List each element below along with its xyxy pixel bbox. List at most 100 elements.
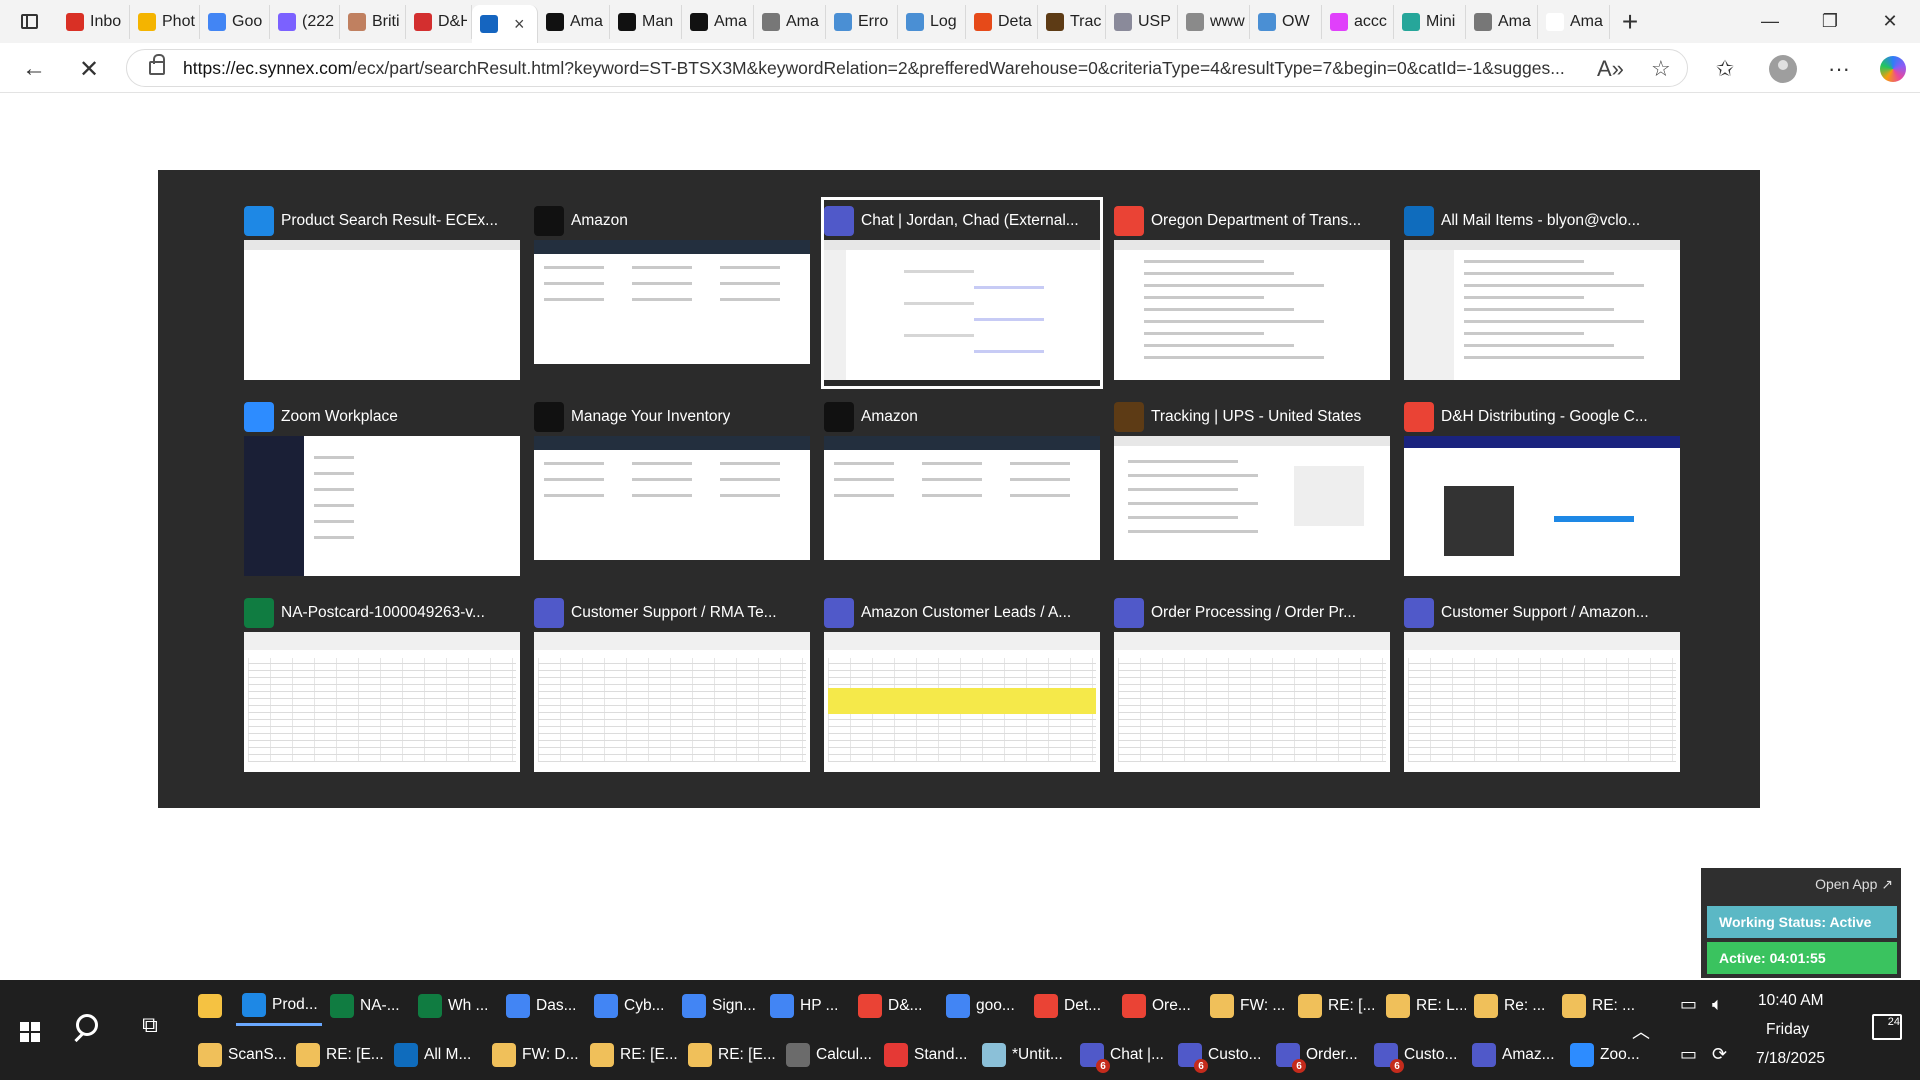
favorite-star-icon[interactable]: ☆	[1651, 56, 1671, 82]
sync-icon[interactable]: ⟳	[1712, 1044, 1727, 1065]
taskbar-app-button[interactable]: Cyb...	[588, 986, 674, 1026]
taskbar-app-button[interactable]: HP ...	[764, 986, 850, 1026]
lock-icon[interactable]	[149, 54, 165, 75]
taskbar-app-button[interactable]: Das...	[500, 986, 586, 1026]
close-window-button[interactable]: ✕	[1860, 0, 1920, 43]
taskbar-app-button[interactable]: RE: [E...	[290, 1035, 386, 1075]
browser-tab[interactable]: Ama	[682, 4, 754, 39]
clock-day[interactable]: Friday	[1766, 1021, 1809, 1039]
browser-tab[interactable]: Log	[898, 4, 966, 39]
copilot-button[interactable]	[1876, 52, 1910, 86]
notification-center-button[interactable]: 24	[1872, 1014, 1902, 1040]
battery-icon[interactable]: ▭	[1680, 994, 1697, 1015]
switcher-window-card[interactable]: Product Search Result- ECEx...	[244, 200, 520, 386]
switcher-window-card[interactable]: All Mail Items - blyon@vclo...	[1404, 200, 1680, 386]
taskbar-app-button[interactable]: 6 Chat |...	[1074, 1035, 1170, 1075]
taskbar-app-button[interactable]: Calcul...	[780, 1035, 876, 1075]
taskbar-app-button[interactable]: goo...	[940, 986, 1026, 1026]
window-thumbnail	[1114, 240, 1390, 380]
clock-date[interactable]: 7/18/2025	[1756, 1050, 1825, 1068]
taskbar-app-button[interactable]: 6 Order...	[1270, 1035, 1366, 1075]
settings-more-icon[interactable]: ···	[1822, 52, 1856, 86]
volume-icon[interactable]: 🔈︎	[1712, 994, 1723, 1015]
search-button[interactable]	[70, 1010, 110, 1050]
browser-tab[interactable]: Ama	[1466, 4, 1538, 39]
taskbar-app-button[interactable]: *Untit...	[976, 1035, 1072, 1075]
browser-tab[interactable]: Man	[610, 4, 682, 39]
favorites-icon[interactable]: ✩	[1708, 52, 1742, 86]
browser-tab[interactable]: Ama	[538, 4, 610, 39]
browser-tab[interactable]: Ama	[1538, 4, 1610, 39]
network-icon[interactable]: ▭	[1680, 1044, 1697, 1065]
browser-tab[interactable]: D&H	[406, 4, 472, 39]
switcher-window-card[interactable]: Tracking | UPS - United States	[1114, 396, 1390, 582]
browser-tab[interactable]: Trac	[1038, 4, 1106, 39]
browser-tab[interactable]: Inbo	[58, 4, 130, 39]
browser-tab[interactable]: Goo	[200, 4, 270, 39]
back-button[interactable]: ←	[17, 52, 51, 86]
browser-tab[interactable]: Deta	[966, 4, 1038, 39]
switcher-window-card[interactable]: Manage Your Inventory	[534, 396, 810, 582]
taskbar-app-button[interactable]: ScanS...	[192, 1035, 288, 1075]
browser-tab[interactable]: USP	[1106, 4, 1178, 39]
browser-tab[interactable]: www	[1178, 4, 1250, 39]
url-text[interactable]: https://ec.synnex.com/ecx/part/searchRes…	[183, 58, 1583, 79]
browser-tab[interactable]: (222	[270, 4, 340, 39]
taskbar-app-button[interactable]: 6 Custo...	[1368, 1035, 1464, 1075]
switcher-window-card[interactable]: Customer Support / RMA Te...	[534, 592, 810, 778]
clock-time[interactable]: 10:40 AM	[1758, 992, 1824, 1010]
taskbar-app-button[interactable]: Prod...	[236, 986, 322, 1026]
switcher-window-card[interactable]: NA-Postcard-1000049263-v...	[244, 592, 520, 778]
switcher-window-card[interactable]: Chat | Jordan, Chad (External...	[821, 197, 1103, 389]
switcher-window-card[interactable]: Amazon	[824, 396, 1100, 582]
switcher-window-card[interactable]: Order Processing / Order Pr...	[1114, 592, 1390, 778]
taskbar-app-button[interactable]: RE: L...	[1380, 986, 1466, 1026]
read-aloud-icon[interactable]: A»	[1597, 56, 1624, 82]
browser-tab[interactable]: Briti	[340, 4, 406, 39]
open-app-link[interactable]: Open App ↗	[1815, 876, 1893, 893]
taskbar-app-button[interactable]: D&...	[852, 986, 938, 1026]
taskbar-app-button[interactable]: RE: [E...	[682, 1035, 778, 1075]
restore-button[interactable]: ❐	[1800, 0, 1860, 43]
taskbar-app-button[interactable]	[192, 986, 234, 1026]
browser-tab[interactable]: Ama	[754, 4, 826, 39]
taskbar-app-button[interactable]: Stand...	[878, 1035, 974, 1075]
taskbar-app-button[interactable]: RE: [...	[1292, 986, 1378, 1026]
switcher-window-card[interactable]: Customer Support / Amazon...	[1404, 592, 1680, 778]
taskbar-app-button[interactable]: 6 Custo...	[1172, 1035, 1268, 1075]
taskbar-app-button[interactable]: All M...	[388, 1035, 484, 1075]
task-view-button[interactable]: ⧉	[132, 1012, 168, 1048]
switcher-window-card[interactable]: Amazon Customer Leads / A...	[824, 592, 1100, 778]
switcher-window-card[interactable]: Oregon Department of Trans...	[1114, 200, 1390, 386]
card-header: D&H Distributing - Google C...	[1404, 402, 1680, 432]
taskbar-app-button[interactable]: Det...	[1028, 986, 1114, 1026]
switcher-window-card[interactable]: Zoom Workplace	[244, 396, 520, 582]
browser-tab[interactable]: Mini	[1394, 4, 1466, 39]
browser-tab[interactable]: ×	[472, 5, 538, 43]
taskbar-app-button[interactable]: Wh ...	[412, 986, 498, 1026]
tab-actions-button[interactable]	[0, 0, 58, 43]
new-tab-button[interactable]: +	[1610, 6, 1650, 38]
taskbar-app-button[interactable]: Amaz...	[1466, 1035, 1562, 1075]
browser-tab[interactable]: accc	[1322, 4, 1394, 39]
taskbar-app-button[interactable]: FW: D...	[486, 1035, 582, 1075]
chrome-icon	[858, 994, 882, 1018]
switcher-window-card[interactable]: D&H Distributing - Google C...	[1404, 396, 1680, 582]
close-tab-icon[interactable]: ×	[514, 14, 525, 35]
taskbar-app-button[interactable]: FW: ...	[1204, 986, 1290, 1026]
show-hidden-icons-button[interactable]: ︿	[1632, 1018, 1650, 1044]
stop-loading-button[interactable]: ✕	[72, 52, 106, 86]
switcher-window-card[interactable]: Amazon	[534, 200, 810, 386]
taskbar-app-button[interactable]: Sign...	[676, 986, 762, 1026]
address-bar[interactable]: https://ec.synnex.com/ecx/part/searchRes…	[126, 49, 1688, 87]
taskbar-app-button[interactable]: RE: [E...	[584, 1035, 680, 1075]
browser-tab[interactable]: Phot	[130, 4, 200, 39]
taskbar-app-button[interactable]: Ore...	[1116, 986, 1202, 1026]
browser-tab[interactable]: Erro	[826, 4, 898, 39]
browser-tab[interactable]: OW	[1250, 4, 1322, 39]
profile-button[interactable]	[1766, 52, 1800, 86]
taskbar-app-button[interactable]: Re: ...	[1468, 986, 1554, 1026]
start-button[interactable]	[10, 1012, 50, 1052]
taskbar-app-button[interactable]: NA-...	[324, 986, 410, 1026]
minimize-button[interactable]: —	[1740, 0, 1800, 43]
